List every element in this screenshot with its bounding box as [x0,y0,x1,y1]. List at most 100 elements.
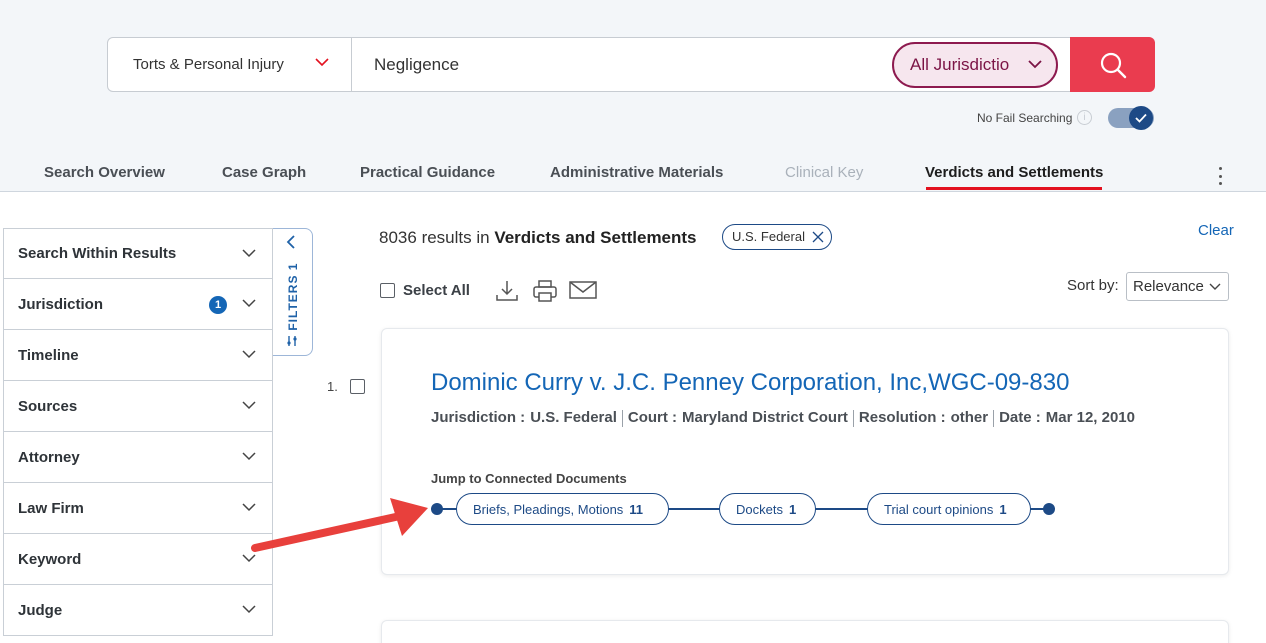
category-dropdown[interactable]: Torts & Personal Injury [108,38,352,91]
results-summary: 8036 results in Verdicts and Settlements [379,228,697,248]
chevron-down-icon [242,350,256,359]
pill-count: 1 [788,501,797,517]
download-icon[interactable] [495,279,519,303]
tab-verdicts-and-settlements[interactable]: Verdicts and Settlements [925,164,1103,190]
tab-administrative-materials[interactable]: Administrative Materials [550,164,723,181]
close-icon[interactable] [812,231,824,243]
search-button[interactable] [1070,37,1155,92]
result-type-tabs: Search Overview Case Graph Practical Gui… [0,162,1266,192]
toggle-knob [1129,106,1153,130]
jump-to-connected-label: Jump to Connected Documents [431,471,627,486]
email-icon[interactable] [569,281,597,299]
pill-label: Dockets [736,501,783,517]
result-title-link[interactable]: Dominic Curry v. J.C. Penney Corporation… [431,369,1069,397]
chevron-down-icon [242,452,256,461]
chevron-left-icon [286,235,295,249]
chevron-down-icon [242,401,256,410]
chevron-down-icon [315,58,329,67]
search-input[interactable]: Negligence [374,38,459,91]
filter-sidebar: Search Within Results Jurisdiction 1 Tim… [3,228,273,636]
results-in-text: results in [421,228,490,247]
tab-practical-guidance[interactable]: Practical Guidance [360,164,495,181]
filters-label: FILTERS [286,274,300,331]
select-all-label: Select All [403,282,470,299]
tab-clinical-key[interactable]: Clinical Key [785,164,863,181]
meta-value: Maryland District Court [682,409,848,426]
result-metadata: Jurisdiction : U.S. Federal Court : Mary… [431,409,1135,427]
filter-judge[interactable]: Judge [3,585,273,636]
filter-label: Keyword [18,550,82,568]
annotation-arrow-icon [251,498,428,552]
search-icon [1100,52,1126,78]
filter-law-firm[interactable]: Law Firm [3,483,273,534]
category-label: Torts & Personal Injury [133,56,284,73]
connected-trial-court-opinions[interactable]: Trial court opinions 1 [867,493,1031,525]
connected-briefs-pleadings-motions[interactable]: Briefs, Pleadings, Motions 11 [456,493,669,525]
result-card [381,620,1229,643]
filters-count: 1 [286,262,300,271]
result-number: 1. [327,379,338,394]
filter-label: Jurisdiction [18,295,104,313]
meta-key: Resolution : [858,409,946,426]
sliders-icon [287,336,297,346]
filter-label: Judge [18,601,63,619]
meta-key: Date : [999,409,1041,426]
meta-value: U.S. Federal [530,409,617,426]
result-checkbox[interactable] [350,379,365,394]
meta-key: Jurisdiction : [431,409,526,426]
jurisdiction-label: All Jurisdictio [910,55,1010,74]
sort-value: Relevance [1133,278,1204,295]
chevron-down-icon [242,605,256,614]
meta-value: Mar 12, 2010 [1045,409,1135,426]
select-all-checkbox[interactable] [380,283,395,298]
filters-collapse-tab[interactable]: FILTERS 1 [273,228,313,356]
pill-label: Trial court opinions [884,501,994,517]
select-all[interactable]: Select All [380,282,470,299]
connected-documents-timeline: Briefs, Pleadings, Motions 11 Dockets 1 … [431,493,1061,525]
filter-jurisdiction[interactable]: Jurisdiction 1 [3,279,273,330]
pill-count: 1 [999,501,1007,517]
divider [993,410,995,427]
pill-label: Briefs, Pleadings, Motions [473,501,624,517]
filter-label: Attorney [18,448,80,466]
meta-value: other [950,409,989,426]
filter-search-within-results[interactable]: Search Within Results [3,228,273,279]
sort-by-label: Sort by: [1067,277,1119,294]
clear-filters-link[interactable]: Clear [1198,222,1234,239]
filter-attorney[interactable]: Attorney [3,432,273,483]
no-fail-searching-toggle[interactable] [1108,106,1154,130]
filter-label: Sources [18,397,78,415]
search-bar: Torts & Personal Injury Negligence All J… [107,37,1155,92]
filter-count-badge: 1 [209,296,227,314]
tab-search-overview[interactable]: Search Overview [44,164,165,181]
chevron-down-icon [242,249,256,258]
tab-case-graph[interactable]: Case Graph [222,164,306,181]
pill-count: 11 [629,501,644,517]
timeline-dot [1043,503,1055,515]
chip-label: U.S. Federal [732,229,805,244]
chevron-down-icon [1028,60,1042,69]
no-fail-searching-label: No Fail Searching [977,111,1073,125]
divider [852,410,854,427]
connected-dockets[interactable]: Dockets 1 [719,493,816,525]
search-header: Torts & Personal Injury Negligence All J… [0,0,1266,192]
chevron-down-icon [242,299,256,308]
filter-timeline[interactable]: Timeline [3,330,273,381]
result-card [381,328,1229,575]
filter-keyword[interactable]: Keyword [3,534,273,585]
filter-sources[interactable]: Sources [3,381,273,432]
filter-label: Search Within Results [18,245,177,262]
info-icon[interactable]: i [1077,110,1092,125]
chevron-down-icon [1209,283,1221,290]
results-count: 8036 [379,228,417,247]
filter-label: Law Firm [18,499,84,517]
results-section: Verdicts and Settlements [494,228,697,247]
jurisdiction-dropdown[interactable]: All Jurisdictio [892,42,1058,88]
divider [621,410,623,427]
print-icon[interactable] [532,279,558,303]
meta-key: Court : [627,409,678,426]
more-options-icon[interactable] [1213,167,1227,185]
filter-label: Timeline [18,346,79,364]
sort-select[interactable]: Relevance [1126,272,1229,301]
active-filter-chip: U.S. Federal [722,224,832,250]
